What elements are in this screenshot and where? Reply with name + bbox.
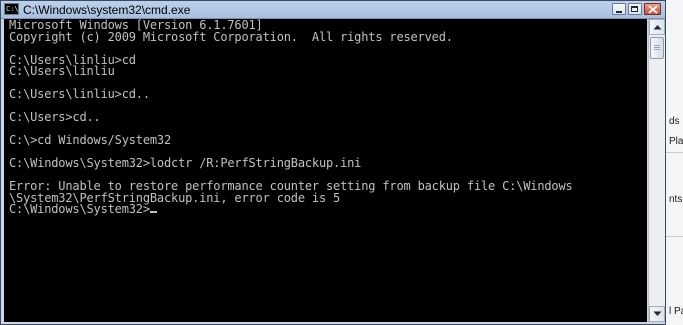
- command-prompt: C:\Windows\System32>: [9, 202, 150, 216]
- scroll-thumb[interactable]: [650, 37, 664, 59]
- console-text: Microsoft Windows [Version 6.1.7601] Cop…: [9, 19, 573, 216]
- background-text-fragment: nts: [669, 194, 683, 205]
- vertical-scrollbar[interactable]: [648, 19, 665, 322]
- scroll-thumb-grip: [654, 49, 660, 50]
- maximize-button[interactable]: [628, 3, 642, 15]
- text-cursor: [149, 211, 157, 213]
- console-line: C:\Windows\System32>lodctr /R:PerfString…: [9, 156, 362, 170]
- background-divider: [665, 236, 683, 237]
- window-icon-label: C:\: [6, 5, 19, 13]
- console-line: C:\Users>cd..: [9, 110, 101, 124]
- close-button[interactable]: [644, 3, 661, 15]
- background-divider: [665, 152, 683, 153]
- console-line: C:\Users\linliu: [9, 64, 115, 78]
- scroll-down-button[interactable]: [649, 306, 665, 322]
- arrow-up-icon: [653, 25, 662, 30]
- background-text-fragment: Pla: [669, 136, 683, 147]
- background-text-fragment: l Pa: [669, 306, 683, 317]
- console-line: C:\Users\linliu>cd..: [9, 87, 150, 101]
- console-line: Copyright (c) 2009 Microsoft Corporation…: [9, 29, 453, 44]
- minimize-button[interactable]: [612, 3, 626, 15]
- console-output-area[interactable]: Microsoft Windows [Version 6.1.7601] Cop…: [4, 19, 647, 322]
- cmd-window[interactable]: C:\ C:\Windows\system32\cmd.exe Microsof…: [0, 0, 666, 325]
- window-title: C:\Windows\system32\cmd.exe: [23, 3, 191, 17]
- console-line: C:\>cd Windows/System32: [9, 133, 172, 147]
- close-icon: [648, 5, 658, 14]
- cmd-console-icon[interactable]: C:\: [4, 3, 19, 15]
- title-bar[interactable]: C:\ C:\Windows\system32\cmd.exe: [1, 1, 665, 19]
- scroll-thumb-grip: [654, 45, 660, 46]
- scroll-up-button[interactable]: [649, 19, 665, 35]
- scroll-thumb-grip: [654, 47, 660, 48]
- arrow-down-icon: [653, 311, 662, 316]
- screen: ds Pla nts l Pa C:\ C:\Windows\system32\…: [0, 0, 683, 325]
- background-text-fragment: ds: [669, 116, 680, 127]
- background-window[interactable]: ds Pla nts l Pa: [664, 0, 683, 325]
